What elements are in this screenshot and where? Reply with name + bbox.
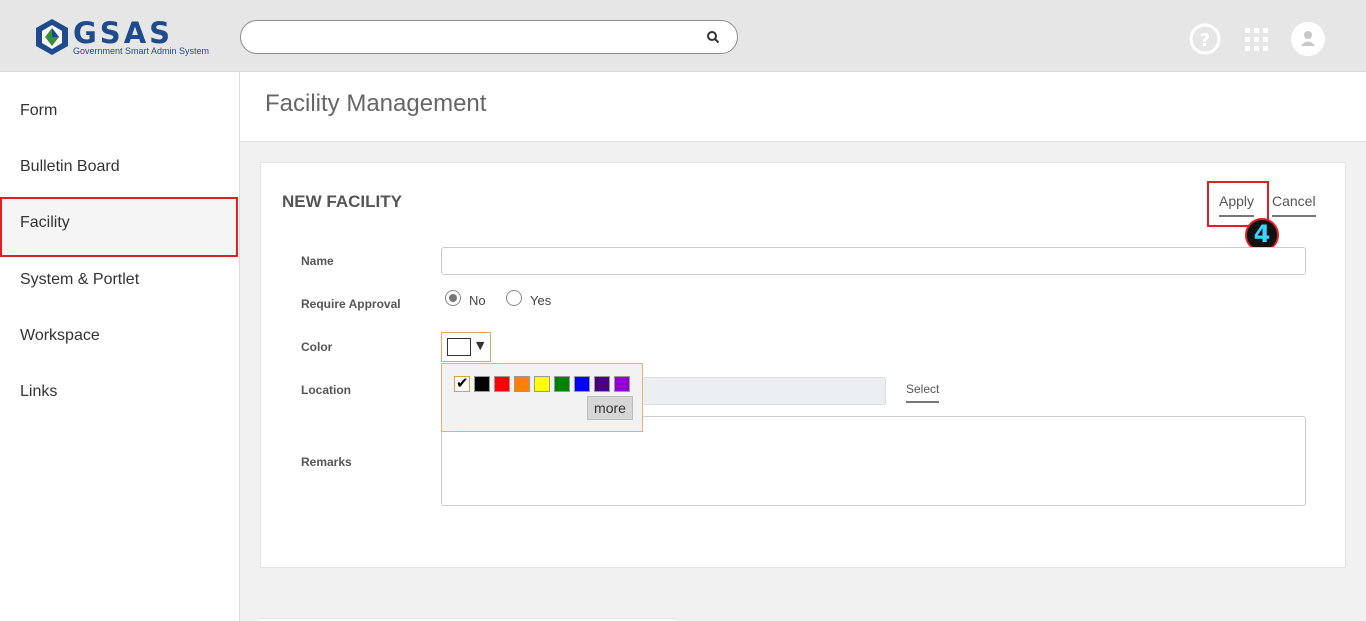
color-palette-popup: more xyxy=(441,363,643,432)
sidebar: Form Bulletin Board Facility System & Po… xyxy=(0,72,240,621)
top-header: GSAS Government Smart Admin System ? xyxy=(0,0,1366,72)
logo-subtitle: Government Smart Admin System xyxy=(73,46,210,56)
gsas-logo[interactable]: GSAS Government Smart Admin System xyxy=(33,16,213,58)
page-title: Facility Management xyxy=(265,90,487,117)
sidebar-item-links[interactable]: Links xyxy=(0,364,238,420)
logo-text: GSAS xyxy=(73,16,174,50)
select-location-button[interactable]: Select xyxy=(906,382,940,403)
sidebar-item-system-portlet[interactable]: System & Portlet xyxy=(0,252,238,308)
sidebar-item-workspace[interactable]: Workspace xyxy=(0,308,238,364)
apps-grid-icon[interactable] xyxy=(1240,22,1274,56)
sidebar-item-form[interactable]: Form xyxy=(0,83,238,139)
form-title: NEW FACILITY xyxy=(282,192,402,211)
logo-mark-icon xyxy=(36,19,68,55)
location-field[interactable] xyxy=(641,377,886,405)
name-label: Name xyxy=(301,254,334,268)
dropdown-arrow-icon: ▼ xyxy=(476,339,485,352)
apply-button[interactable]: Apply xyxy=(1219,193,1255,217)
name-field[interactable] xyxy=(441,247,1306,275)
selected-color-swatch xyxy=(447,338,471,356)
color-swatch[interactable] xyxy=(474,376,490,392)
color-swatch[interactable] xyxy=(574,376,590,392)
color-swatch[interactable] xyxy=(514,376,530,392)
search-icon[interactable] xyxy=(706,30,720,44)
approval-yes-radio[interactable] xyxy=(506,290,522,306)
color-swatch[interactable] xyxy=(494,376,510,392)
more-colors-button[interactable]: more xyxy=(587,396,633,420)
color-swatch[interactable] xyxy=(614,376,630,392)
color-swatch[interactable] xyxy=(594,376,610,392)
color-swatch[interactable] xyxy=(534,376,550,392)
search-input[interactable] xyxy=(240,20,738,54)
color-label: Color xyxy=(301,340,333,354)
approval-no-radio[interactable] xyxy=(445,290,461,306)
approval-yes-label: Yes xyxy=(530,293,552,308)
require-approval-label: Require Approval xyxy=(301,297,401,311)
cancel-button[interactable]: Cancel xyxy=(1272,193,1316,217)
help-icon[interactable]: ? xyxy=(1188,22,1222,56)
user-avatar-icon[interactable] xyxy=(1290,21,1326,57)
color-swatch[interactable] xyxy=(554,376,570,392)
svg-text:?: ? xyxy=(1200,30,1210,51)
color-swatch[interactable] xyxy=(454,374,470,392)
color-dropdown[interactable]: ▼ xyxy=(441,332,491,362)
new-facility-form: NEW FACILITY Apply Cancel 4 Name Require… xyxy=(260,162,1346,568)
sidebar-item-bulletin-board[interactable]: Bulletin Board xyxy=(0,139,238,195)
page-title-bar: Facility Management xyxy=(240,72,1366,142)
sidebar-item-facility[interactable]: Facility xyxy=(0,197,238,257)
location-label: Location xyxy=(301,383,351,397)
approval-no-label: No xyxy=(469,293,486,308)
remarks-label: Remarks xyxy=(301,455,352,469)
